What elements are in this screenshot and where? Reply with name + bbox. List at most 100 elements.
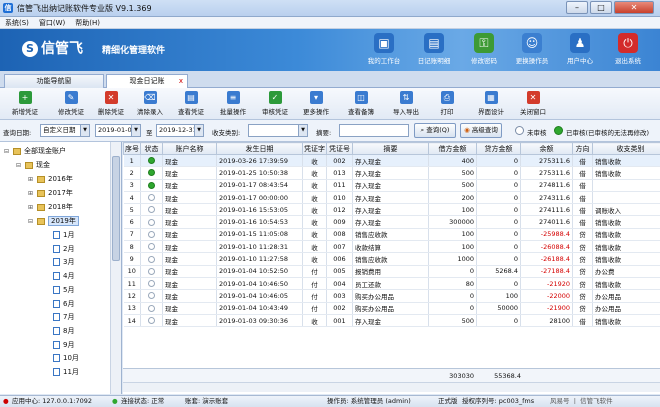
column-header[interactable]: 摘要	[352, 142, 429, 155]
scrollbar-thumb[interactable]	[112, 156, 120, 261]
table-row[interactable]: 13 现金 2019-01-04 10:43:49 付 002 购买办公用品 0 50000-…	[123, 302, 660, 315]
tab-function-nav[interactable]: 功能导航窗	[4, 74, 104, 88]
tree-month-6[interactable]: 6月	[44, 298, 74, 310]
column-header[interactable]: 凭证号	[326, 142, 353, 155]
table-row[interactable]: 14 现金 2019-01-03 09:30:36 收 001 存入现金 500 0 28100…	[123, 314, 660, 328]
column-header[interactable]: 收支类别	[592, 142, 660, 155]
date-mode-select[interactable]: 自定义日期 ▼	[40, 124, 90, 137]
banner-btn-user-center[interactable]: ♟ 用户中心	[556, 33, 604, 69]
tree-month-2[interactable]: 2月	[44, 243, 74, 255]
summary-input[interactable]	[339, 124, 409, 137]
column-header[interactable]: 借方金额	[428, 142, 477, 155]
table-row[interactable]: 10 现金 2019-01-04 10:52:50 付 005 报销费用 0 5268.4 -2…	[123, 265, 660, 278]
menu-system[interactable]: 系统(S)	[0, 17, 34, 29]
table-row[interactable]: 11 现金 2019-01-04 10:46:50 付 004 员工还款 80 0 -21920…	[123, 277, 660, 291]
column-header[interactable]: 状态	[140, 142, 163, 155]
expand-toggle-icon[interactable]: ⊟	[28, 216, 35, 228]
tree-month-4[interactable]: 4月	[44, 270, 74, 282]
column-header[interactable]: 余额	[520, 142, 573, 155]
unaudited-status-icon	[148, 255, 155, 263]
date-from-input[interactable]: 2019-01-01 ▼	[95, 124, 141, 137]
tree-month-5[interactable]: 5月	[44, 284, 74, 296]
table-cell: 借	[572, 314, 593, 328]
table-row[interactable]: 4 现金 2019-01-17 00:00:00 收 010 存入现金 200 0 274311…	[123, 191, 660, 205]
column-header[interactable]: 方向	[572, 142, 593, 155]
status-bar: ● 应用中心: 127.0.0.1:7092 ● 连接状态: 正常 账套: 演示…	[0, 395, 660, 407]
tree-account-cash[interactable]: ⊟ 现金	[16, 159, 50, 171]
menu-help[interactable]: 帮助(H)	[70, 17, 105, 29]
table-row[interactable]: 8 现金 2019-01-10 11:28:31 收 007 收款结算 100 0 -26088…	[123, 240, 660, 254]
tree-month-7[interactable]: 7月	[44, 311, 74, 323]
tree-year-2019[interactable]: ⊟ 2019年	[28, 215, 79, 227]
close-window-button[interactable]: ✕	[614, 1, 654, 14]
minimize-button[interactable]: –	[566, 1, 588, 14]
table-cell: 200	[428, 191, 477, 205]
banner-btn-key[interactable]: ⚿ 修改密码	[460, 33, 508, 69]
table-row[interactable]: 5 现金 2019-01-16 15:53:05 收 012 存入现金 100 0 274111…	[123, 203, 660, 217]
table-row[interactable]: 3 现金 2019-01-17 08:43:54 收 011 存入现金 500 0 274811…	[123, 179, 660, 192]
unaudited-radio[interactable]	[515, 126, 524, 135]
table-row[interactable]: 6 现金 2019-01-16 10:54:53 收 009 存入现金 300000 0 274…	[123, 215, 660, 229]
tree-month-10[interactable]: 10月	[44, 352, 79, 364]
tree-scrollbar[interactable]	[110, 142, 121, 394]
table-cell: -26188.4	[520, 252, 573, 266]
new-voucher-button[interactable]: + 新增凭证	[6, 91, 44, 119]
table-row[interactable]: 2 现金 2019-01-25 10:50:38 收 013 存入现金 500 0 275311…	[123, 166, 660, 180]
maximize-button[interactable]: □	[590, 1, 612, 14]
banner-btn-ledger[interactable]: ▤ 日记账明细	[410, 33, 458, 69]
expand-toggle-icon[interactable]: ⊞	[28, 188, 35, 200]
chevron-down-icon: ▼	[298, 125, 307, 136]
view-voucher-button[interactable]: ▤ 查看凭证	[172, 91, 210, 119]
view-backup-button[interactable]: ◫ 查看备簿	[340, 91, 382, 119]
horizontal-scrollbar[interactable]	[123, 382, 660, 392]
tree-year-2016[interactable]: ⊞ 2016年	[28, 173, 73, 185]
column-header[interactable]: 序号	[123, 142, 141, 155]
table-cell: 100	[476, 289, 521, 303]
table-cell: 7	[123, 228, 141, 242]
table-row[interactable]: 9 现金 2019-01-10 11:27:58 收 006 销售应收款 1000 0 -261…	[123, 252, 660, 266]
column-header[interactable]: 贷方金额	[476, 142, 521, 155]
edit-voucher-button[interactable]: ✎ 修改凭证	[52, 91, 90, 119]
audit-voucher-button[interactable]: ✓ 审核凭证	[256, 91, 294, 119]
close-tab-icon[interactable]: x	[179, 75, 183, 88]
column-header[interactable]: 账户名称	[162, 142, 217, 155]
delete-voucher-button[interactable]: ✕ 删除凭证	[93, 91, 129, 119]
category-select[interactable]: ▼	[248, 124, 308, 137]
table-row[interactable]: 1 现金 2019-03-26 17:39:59 收 002 存入现金 400 0 275311…	[123, 154, 660, 168]
expand-toggle-icon[interactable]: ⊟	[4, 146, 11, 158]
tree-month-3[interactable]: 3月	[44, 256, 74, 268]
banner-btn-user[interactable]: ☺ 更换操作员	[508, 33, 556, 69]
tree-month-8[interactable]: 8月	[44, 325, 74, 337]
tree-month-11[interactable]: 11月	[44, 366, 79, 378]
total-credit: 55368.4	[494, 372, 521, 380]
column-header[interactable]: 凭证字	[302, 142, 327, 155]
table-row[interactable]: 7 现金 2019-01-15 11:05:08 收 008 销售应收款 100 0 -2598…	[123, 228, 660, 242]
expand-toggle-icon[interactable]: ⊞	[28, 202, 35, 214]
clear-entry-button[interactable]: ⌫ 清除录入	[132, 91, 168, 119]
expand-toggle-icon[interactable]: ⊞	[28, 174, 35, 186]
print-button[interactable]: ⎙ 打印	[432, 91, 462, 119]
table-row[interactable]: 12 现金 2019-01-04 10:46:05 付 003 购买办公用品 0 100 -22…	[123, 289, 660, 303]
close-window-button[interactable]: ✕ 关闭窗口	[514, 91, 552, 119]
table-cell: 贷	[572, 289, 593, 303]
import-export-button[interactable]: ⇅ 导入导出	[386, 91, 426, 119]
more-ops-button[interactable]: ▾ 更多操作	[297, 91, 335, 119]
banner-btn-power[interactable]: ⏻ 退出系统	[604, 33, 652, 69]
search-button[interactable]: ⌕ 查询(Q)	[414, 123, 456, 138]
table-cell: 报销费用	[352, 265, 429, 278]
tree-year-2018[interactable]: ⊞ 2018年	[28, 201, 73, 213]
audited-radio[interactable]	[554, 126, 563, 135]
tree-year-2017[interactable]: ⊞ 2017年	[28, 187, 73, 199]
ui-design-button[interactable]: ▦ 界面设计	[472, 91, 510, 119]
tree-month-9[interactable]: 9月	[44, 339, 74, 351]
advanced-search-button[interactable]: ◉ 高级查询	[460, 123, 502, 138]
column-header[interactable]: 发生日期	[216, 142, 303, 155]
date-to-input[interactable]: 2019-12-31 ▼	[156, 124, 204, 137]
batch-ops-button[interactable]: ≡ 批量操作	[214, 91, 252, 119]
expand-toggle-icon[interactable]: ⊟	[16, 160, 23, 172]
banner-btn-desktop[interactable]: ▣ 我的工作台	[360, 33, 408, 69]
tree-root-all-cash[interactable]: ⊟ 全部现金账户	[4, 145, 66, 157]
menu-window[interactable]: 窗口(W)	[34, 17, 70, 29]
tree-month-1[interactable]: 1月	[44, 229, 74, 241]
tab-cash-journal[interactable]: 现金日记账 x	[106, 74, 188, 89]
